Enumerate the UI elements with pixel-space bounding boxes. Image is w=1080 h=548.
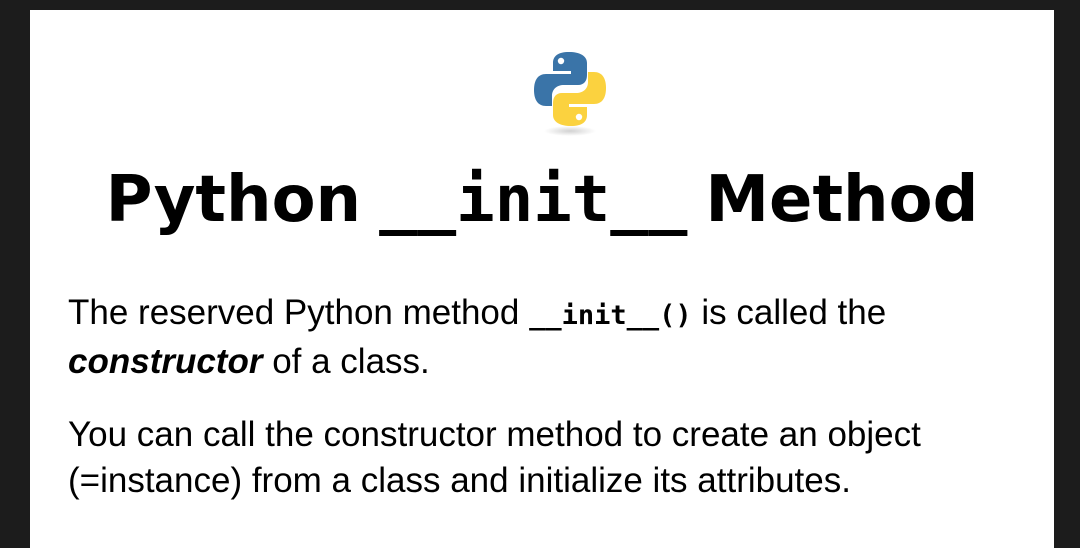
paragraph-constructor: The reserved Python method __init__() is… (68, 290, 1028, 385)
paragraph1-text-before: The reserved Python method (68, 293, 530, 332)
paragraph-usage: You can call the constructor method to c… (68, 415, 921, 500)
paragraph1-text-end: of a class. (262, 342, 430, 381)
paragraph1-code: __init__() (529, 300, 692, 331)
python-logo-icon (534, 52, 606, 136)
title-word-method: Method (705, 163, 979, 237)
slide: Python __init__ Method The reserved Python… (30, 10, 1054, 548)
title-code-init: __init__ (379, 163, 688, 237)
paragraph1-text-after: is called the (691, 293, 887, 332)
title-word-python: Python (105, 163, 362, 237)
paragraph1-emphasis: constructor (68, 342, 263, 381)
page-title: Python __init__ Method (30, 158, 1054, 258)
